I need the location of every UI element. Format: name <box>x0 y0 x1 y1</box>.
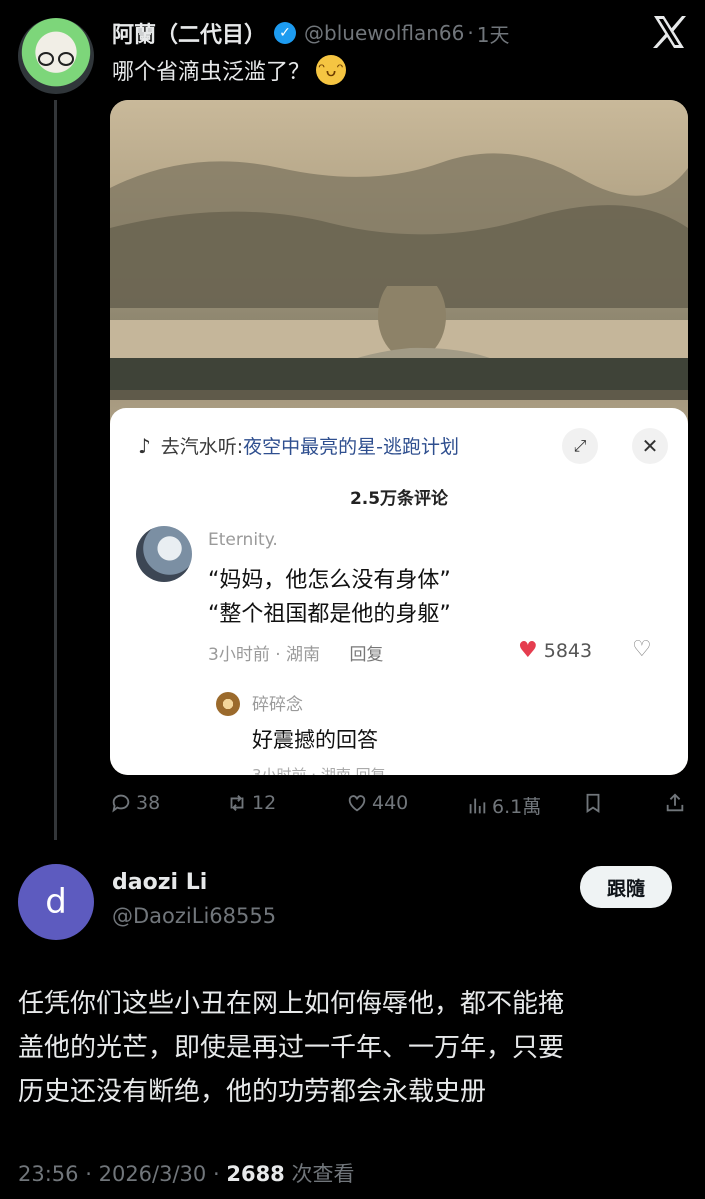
reply-meta-cut: 3小时前 · 湖南 回复 <box>252 766 386 775</box>
commenter-avatar[interactable] <box>136 526 192 582</box>
like-count: 440 <box>372 792 409 814</box>
reply-avatar[interactable] <box>216 692 240 716</box>
comment-like-count: 5843 <box>543 639 593 662</box>
grinning-face-emoji-icon: ᵔᴗᵔ <box>316 55 347 85</box>
photo-statue-shore <box>110 286 688 406</box>
tweet-text-content: 哪个省滴虫泛滥了？ <box>112 60 311 85</box>
tweet-time[interactable]: 1天 <box>477 19 510 48</box>
views-action[interactable]: 6.1萬 <box>466 792 541 819</box>
reply-user-avatar[interactable]: d <box>18 864 94 940</box>
tweet-media-image[interactable]: ♪ 去汽水听: 夜空中最亮的星-逃跑计划 ⤢ ✕ 2.5万条评论 Eternit… <box>110 100 688 775</box>
music-source-label: 去汽水听: <box>160 436 244 458</box>
footer-separator: · <box>85 1162 92 1186</box>
bookmark-action[interactable] <box>582 792 608 814</box>
comment-count: 2.5万条评论 <box>349 489 449 509</box>
comment-card: ♪ 去汽水听: 夜空中最亮的星-逃跑计划 ⤢ ✕ 2.5万条评论 Eternit… <box>110 408 688 775</box>
reply-count: 38 <box>136 792 161 814</box>
thread-connector-line <box>54 100 57 840</box>
post-views: 2688 <box>226 1162 285 1186</box>
x-logo-icon[interactable] <box>651 12 687 52</box>
reply-action[interactable]: 38 <box>110 792 160 814</box>
retweet-action[interactable]: 12 <box>226 792 276 814</box>
comment-like-button[interactable]: ♥ 5843 <box>518 638 592 663</box>
user-avatar[interactable] <box>18 18 94 94</box>
comment-meta: 3小时前 · 湖南 回复 <box>208 640 383 665</box>
broken-heart-icon[interactable]: ♡ <box>632 637 652 662</box>
tweet-actions: 38 12 440 6.1萬 <box>110 792 688 822</box>
separator-dot: · <box>467 21 474 45</box>
expand-icon[interactable]: ⤢ <box>562 428 598 464</box>
reply-username[interactable]: 碎碎念 <box>252 690 303 715</box>
reply-icon <box>112 794 130 813</box>
like-action[interactable]: 440 <box>346 792 408 814</box>
tweet-text: 哪个省滴虫泛滥了？ ᵔᴗᵔ <box>112 54 347 86</box>
user-handle[interactable]: @bluewolflan66 <box>304 21 464 45</box>
post-date[interactable]: 2026/3/30 <box>99 1162 207 1186</box>
verified-badge-icon: ✓ <box>274 22 297 44</box>
avatar-letter: d <box>45 882 67 922</box>
post-time[interactable]: 23:56 <box>18 1162 79 1186</box>
music-source[interactable]: ♪ 去汽水听: 夜空中最亮的星-逃跑计划 <box>138 432 459 459</box>
bookmark-icon <box>586 793 600 813</box>
comment-text-line-2: “整个祖国都是他的身躯” <box>208 602 451 627</box>
share-action[interactable] <box>664 792 690 814</box>
song-title[interactable]: 夜空中最亮的星-逃跑计划 <box>243 432 459 459</box>
views-count: 6.1萬 <box>492 796 542 818</box>
comment-time-location: 3小时前 · 湖南 <box>208 645 321 665</box>
reply-text-line: 历史还没有断绝，他的功劳都会永载史册 <box>18 1077 487 1107</box>
footer-separator: · <box>212 1162 220 1186</box>
retweet-count: 12 <box>252 792 277 814</box>
comment-reply-button[interactable]: 回复 <box>349 645 383 665</box>
avatar-glasses-left <box>38 52 54 66</box>
photo-hills <box>110 153 688 308</box>
reply-display-name[interactable]: daozi Li <box>112 870 207 895</box>
share-icon <box>666 793 684 812</box>
reply-text-line: 盖他的光芒，即使是再过一千年、一万年，只要 <box>18 1033 565 1063</box>
reply-tweet-text: 任凭你们这些小丑在网上如何侮辱他，都不能掩 盖他的光芒，即使是再过一千年、一万年… <box>18 982 688 1114</box>
post-views-label: 次查看 <box>291 1162 355 1186</box>
tweet-footer: 23:56 · 2026/3/30 · 2688 次查看 <box>18 1158 354 1188</box>
music-note-icon: ♪ <box>138 433 151 458</box>
follow-button[interactable]: 跟隨 <box>580 866 672 908</box>
comment-text-line-1: “妈妈，他怎么没有身体” <box>208 568 451 593</box>
tweet-header: 阿蘭（二代目） ✓ @bluewolflan66 · 1天 <box>112 16 625 50</box>
reply-user-handle[interactable]: @DaoziLi68555 <box>112 904 276 928</box>
close-icon[interactable]: ✕ <box>632 428 668 464</box>
display-name[interactable]: 阿蘭（二代目） <box>112 17 266 49</box>
heart-icon: ♥ <box>518 638 538 663</box>
retweet-icon <box>230 795 244 811</box>
reply-text: 好震撼的回答 <box>252 728 378 752</box>
avatar-glasses-right <box>58 52 74 66</box>
reply-text-line: 任凭你们这些小丑在网上如何侮辱他，都不能掩 <box>18 989 565 1019</box>
commenter-username[interactable]: Eternity. <box>208 530 278 550</box>
like-icon <box>348 795 366 812</box>
analytics-icon <box>469 798 486 813</box>
